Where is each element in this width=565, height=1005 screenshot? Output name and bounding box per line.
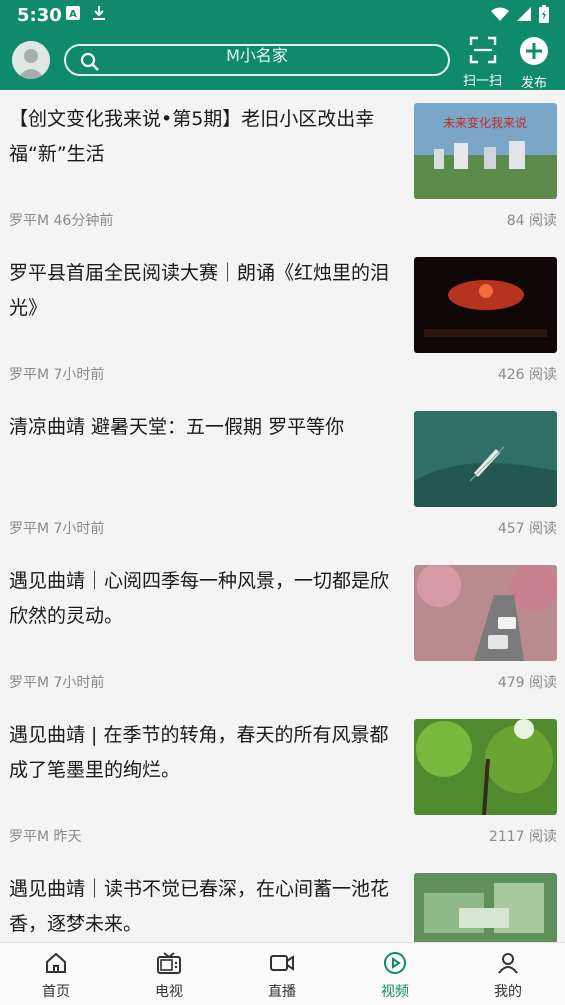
item-thumbnail (414, 257, 557, 353)
tab-home-label: 首页 (42, 984, 70, 1000)
tab-home[interactable]: 首页 (16, 951, 96, 1001)
item-title: 遇见曲靖 | 在季节的转角，春天的所有风景都成了笔墨里的绚烂。 (9, 724, 389, 781)
item-source-time: 罗平M 昨天 (9, 829, 82, 845)
item-thumbnail: 未来变化我来说 (414, 103, 557, 199)
item-reads: 426 阅读 (497, 367, 557, 383)
item-source-time: 罗平M 46分钟前 (9, 213, 114, 229)
user-icon (498, 953, 518, 974)
svg-text:A: A (69, 9, 77, 20)
tab-me[interactable]: 我的 (468, 951, 548, 1001)
tab-tv-label: 电视 (155, 984, 183, 1000)
thumb-overlay-text: 未来变化我来说 (443, 115, 527, 130)
item-reads: 457 阅读 (497, 521, 557, 537)
list-item[interactable]: 罗平县首届全民阅读大赛｜朗诵《红烛里的泪光》 罗平M 7小时前 426 阅读 (0, 244, 565, 398)
item-title: 罗平县首届全民阅读大赛｜朗诵《红烛里的泪光》 (9, 262, 390, 319)
tab-tv[interactable]: 电视 (129, 951, 209, 1001)
item-title: 遇见曲靖｜读书不觉已春深，在心间蓄一池花香，逐梦未来。 (9, 878, 390, 935)
tab-live[interactable]: 直播 (242, 951, 322, 1001)
status-bar: 5:30 A (0, 0, 565, 32)
add-circle-icon (520, 37, 548, 65)
item-source-time: 罗平M 7小时前 (9, 367, 105, 383)
item-source-time: 罗平M 7小时前 (9, 521, 105, 537)
list-item[interactable]: 遇见曲靖｜读书不觉已春深，在心间蓄一池花香，逐梦未来。 (0, 860, 565, 942)
item-reads: 84 阅读 (506, 213, 557, 229)
search-hint-text: M小名家 (226, 46, 288, 65)
signal-icon (517, 7, 531, 21)
a-box-icon: A (66, 6, 80, 20)
item-thumbnail (414, 411, 557, 507)
status-time: 5:30 (17, 5, 62, 26)
scan-icon (469, 36, 496, 64)
video-camera-icon (270, 955, 294, 971)
play-circle-icon (384, 952, 406, 974)
tv-icon (157, 952, 181, 974)
avatar[interactable] (12, 41, 50, 79)
list-item[interactable]: 清凉曲靖 避暑天堂：五一假期 罗平等你 罗平M 7小时前 457 阅读 (0, 398, 565, 552)
item-thumbnail (414, 873, 557, 942)
item-title: 清凉曲靖 避暑天堂：五一假期 罗平等你 (9, 416, 345, 438)
bottom-tab-bar: 首页 电视 直播 视频 我的 (0, 942, 565, 1005)
scan-button[interactable]: 扫一扫 (463, 36, 502, 89)
tab-video-label: 视频 (381, 984, 409, 1000)
item-source-time: 罗平M 7小时前 (9, 675, 105, 691)
battery-icon (539, 5, 549, 23)
publish-button[interactable]: 发布 (519, 36, 549, 91)
app-header: 5:30 A M小名家 扫一扫 发布 (0, 0, 565, 91)
home-icon (46, 952, 66, 973)
item-thumbnail (414, 565, 557, 661)
tab-video[interactable]: 视频 (355, 951, 435, 1001)
list-item[interactable]: 遇见曲靖｜心阅四季每一种风景，一切都是欣欣然的灵动。 罗平M 7小时前 479 … (0, 552, 565, 706)
item-reads: 2117 阅读 (488, 829, 557, 845)
item-thumbnail (414, 719, 557, 815)
search-bar[interactable]: M小名家 (64, 44, 450, 76)
tab-me-label: 我的 (494, 984, 522, 1000)
item-title: 【创文变化我来说•第5期】老旧小区改出幸福“新”生活 (9, 108, 375, 165)
list-item[interactable]: 【创文变化我来说•第5期】老旧小区改出幸福“新”生活 未来变化我来说 罗平M 4… (0, 90, 565, 244)
publish-label: 发布 (520, 76, 547, 91)
wifi-icon (491, 7, 509, 21)
item-title: 遇见曲靖｜心阅四季每一种风景，一切都是欣欣然的灵动。 (9, 570, 390, 627)
scan-label: 扫一扫 (463, 74, 503, 89)
item-reads: 479 阅读 (497, 675, 557, 691)
download-icon (93, 6, 105, 20)
user-avatar-icon (12, 41, 50, 79)
list-item[interactable]: 遇见曲靖 | 在季节的转角，春天的所有风景都成了笔墨里的绚烂。 罗平M 昨天 2… (0, 706, 565, 860)
tab-live-label: 直播 (268, 984, 296, 1000)
news-feed[interactable]: 【创文变化我来说•第5期】老旧小区改出幸福“新”生活 未来变化我来说 罗平M 4… (0, 90, 565, 942)
